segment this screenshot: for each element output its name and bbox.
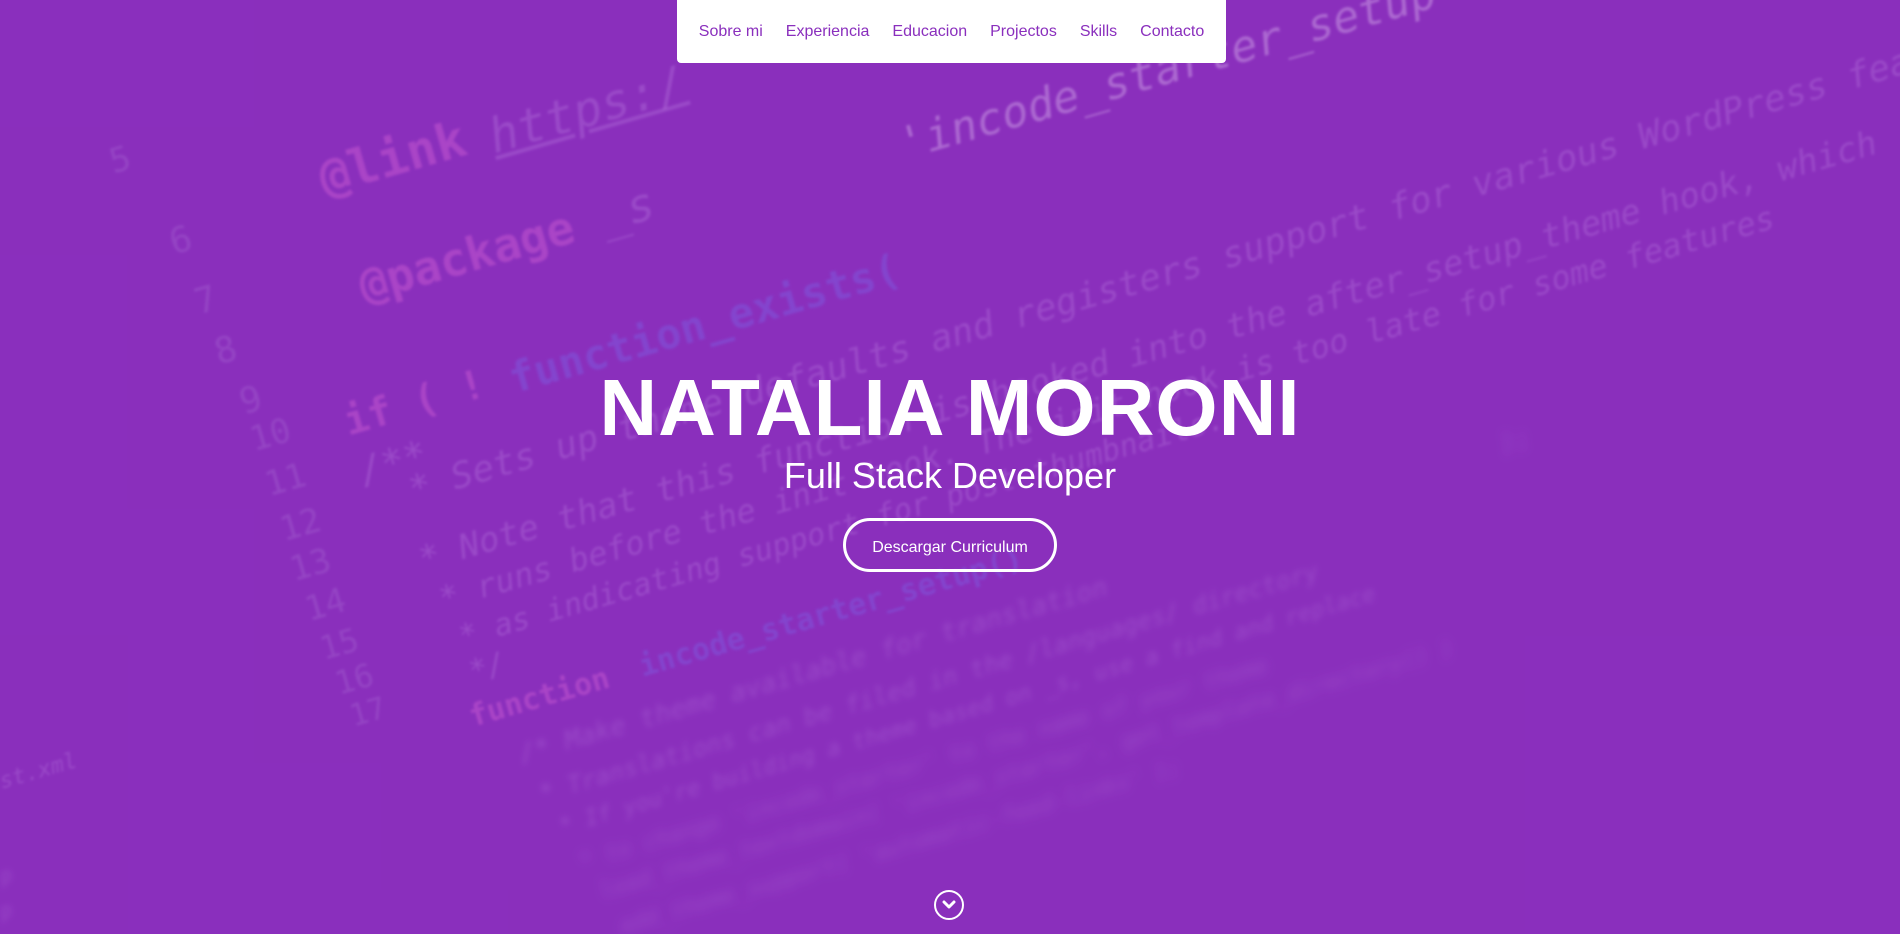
nav-item-experiencia[interactable]: Experiencia xyxy=(774,0,881,63)
nav-item-sobre-mi[interactable]: Sobre mi xyxy=(687,0,774,63)
nav-item-projectos[interactable]: Projectos xyxy=(979,0,1069,63)
main-nav: Sobre mi Experiencia Educacion Projectos… xyxy=(677,0,1226,63)
nav-item-educacion[interactable]: Educacion xyxy=(881,0,979,63)
hero-content: NATALIA MORONI Full Stack Developer Desc… xyxy=(0,360,1900,572)
nav-item-contacto[interactable]: Contacto xyxy=(1129,0,1216,63)
hero-subtitle: Full Stack Developer xyxy=(783,455,1117,496)
download-cv-button[interactable]: Descargar Curriculum xyxy=(843,518,1057,572)
chevron-down-circle-icon[interactable] xyxy=(934,890,964,920)
nav-item-skills[interactable]: Skills xyxy=(1068,0,1128,63)
hero-section: 5 6 7 8 9 10 11 12 13 14 15 16 17 @link … xyxy=(0,0,1900,934)
chevron-down-icon xyxy=(942,900,956,909)
hero-name: NATALIA MORONI xyxy=(599,363,1301,452)
